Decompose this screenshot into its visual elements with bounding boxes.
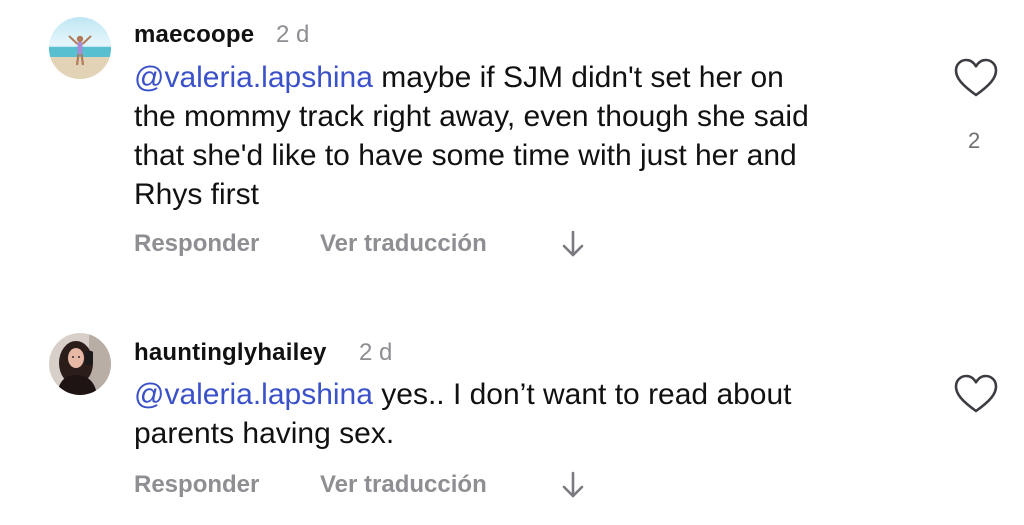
comment-item: maecoope 2 d @valeria.lapshina maybe if … [0,0,1024,290]
reply-button[interactable]: Responder [134,230,259,258]
see-translation-button[interactable]: Ver traducción [320,230,487,258]
arrow-down-icon[interactable] [560,471,586,499]
comment-username[interactable]: maecoope [134,21,254,49]
selfie-photo-avatar-icon [49,333,111,395]
heart-icon[interactable] [954,374,998,414]
beach-photo-avatar-icon [49,17,111,79]
comment-line: the mommy track right away, even though … [134,100,809,133]
comment-line-text: maybe if SJM didn't set her on [372,61,784,94]
comment-item: hauntinglyhailey 2 d @valeria.lapshina y… [0,290,1024,525]
comment-username[interactable]: hauntinglyhailey [134,339,327,367]
avatar[interactable] [49,333,111,395]
heart-icon[interactable] [954,58,998,98]
comment-text: @valeria.lapshina yes.. I don’t want to … [134,375,934,453]
comment-text: @valeria.lapshina maybe if SJM didn't se… [134,58,934,214]
comment-line: that she'd like to have some time with j… [134,139,797,172]
comment-line-text: yes.. I don’t want to read about [372,378,792,411]
reply-button[interactable]: Responder [134,471,259,499]
comment-line: parents having sex. [134,417,395,450]
comment-line: @valeria.lapshina maybe if SJM didn't se… [134,58,934,97]
comment-line: @valeria.lapshina yes.. I don’t want to … [134,375,934,414]
like-count: 2 [968,128,981,153]
comment-timestamp: 2 d [359,339,393,366]
arrow-down-icon[interactable] [560,230,586,258]
mention-link[interactable]: @valeria.lapshina [134,378,373,411]
mention-link[interactable]: @valeria.lapshina [134,61,373,94]
see-translation-button[interactable]: Ver traducción [320,471,487,499]
avatar[interactable] [49,17,111,79]
comment-timestamp: 2 d [276,21,310,48]
comment-line: Rhys first [134,178,260,211]
